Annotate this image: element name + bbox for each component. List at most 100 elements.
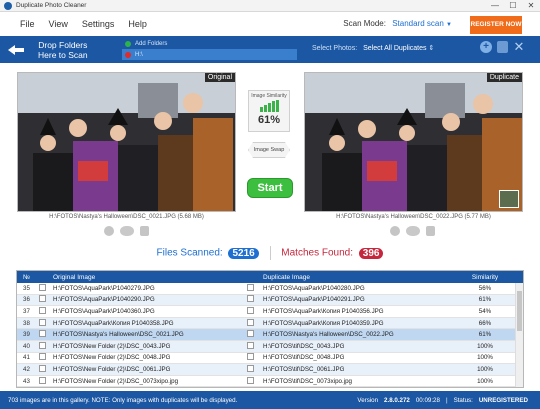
- original-checkbox[interactable]: [39, 295, 46, 303]
- eye-icon[interactable]: [406, 226, 420, 236]
- status-message: 703 images are in this gallery. NOTE: On…: [8, 396, 238, 404]
- duplicate-checkbox[interactable]: [247, 330, 254, 338]
- original-checkbox[interactable]: [39, 364, 46, 372]
- row-number: 40: [23, 342, 30, 350]
- matches-found-label: Matches Found:: [281, 247, 353, 259]
- top-actions: + ✕: [480, 40, 525, 53]
- row-similarity: 100%: [477, 377, 493, 385]
- row-similarity: 61%: [478, 331, 492, 339]
- row-number: 35: [23, 284, 30, 292]
- original-checkbox[interactable]: [39, 330, 46, 338]
- scan-stats: Files Scanned: 5216 Matches Found: 396: [0, 246, 540, 260]
- original-path: H:\FOTOS\AquaPark\P1040290.JPG: [53, 296, 155, 304]
- duplicate-checkbox[interactable]: [247, 364, 254, 372]
- row-similarity: 100%: [477, 365, 493, 373]
- table-row[interactable]: 43 H:\FOTOS\New Folder (2)\DSC_0073xipo.j…: [17, 376, 523, 387]
- original-checkbox[interactable]: [39, 283, 46, 291]
- duplicate-checkbox[interactable]: [247, 283, 254, 291]
- col-similarity[interactable]: Similarity: [457, 274, 513, 281]
- add-folders-label: Add Folders: [135, 40, 168, 47]
- table-row[interactable]: 41 H:\FOTOS\New Folder (2)\DSC_0048.JPG H:…: [17, 353, 523, 365]
- drop-folders-zone[interactable]: Drop Folders Here to Scan: [8, 38, 118, 61]
- status-label: Status:: [453, 396, 473, 404]
- duplicate-checkbox[interactable]: [247, 376, 254, 384]
- duplicate-checkbox[interactable]: [247, 295, 254, 303]
- row-similarity: 100%: [477, 354, 493, 362]
- original-checkbox[interactable]: [39, 318, 46, 326]
- duplicate-path: H:\FOTOS\Nastya's Halloween\DSC_0022.JPG: [263, 331, 394, 339]
- scan-mode-selector[interactable]: Scan Mode: Standard scan ▼: [343, 19, 452, 28]
- row-number: 36: [23, 296, 30, 304]
- original-path: H:\FOTOS\New Folder (2)\DSC_0048.JPG: [53, 354, 171, 362]
- scan-mode-value[interactable]: Standard scan: [392, 19, 444, 28]
- trash-icon[interactable]: [140, 226, 149, 236]
- close-window-button[interactable]: ✕: [522, 0, 540, 12]
- col-number[interactable]: №: [17, 274, 39, 281]
- menu-settings[interactable]: Settings: [82, 19, 115, 29]
- original-checkbox[interactable]: [39, 353, 46, 361]
- folder-item[interactable]: H:\: [122, 49, 297, 60]
- menu-view[interactable]: View: [49, 19, 68, 29]
- original-path: H:\FOTOS\Nastya's Halloween\DSC_0021.JPG: [53, 331, 184, 339]
- row-similarity: 54%: [478, 307, 492, 315]
- duplicate-path: H:\FOTOS\tif\DSC_0048.JPG: [263, 354, 345, 362]
- menu-file[interactable]: File: [20, 19, 35, 29]
- menu-bar: File View Settings Help: [0, 12, 540, 36]
- col-original[interactable]: Original Image: [49, 274, 247, 281]
- table-row[interactable]: 36 H:\FOTOS\AquaPark\P1040290.JPG H:\FOTOS…: [17, 294, 523, 307]
- row-similarity: 66%: [478, 319, 492, 327]
- original-checkbox[interactable]: [39, 306, 46, 314]
- table-row[interactable]: 38 H:\FOTOS\AquaPark\Копия P1040358.JPG H:…: [17, 317, 523, 330]
- trash-icon[interactable]: [497, 41, 508, 53]
- duplicate-checkbox[interactable]: [247, 306, 254, 314]
- duplicate-path: H:\FOTOS\tif\DSC_0043.JPG: [263, 342, 345, 350]
- table-row[interactable]: 35 H:\FOTOS\AquaPark\P1040279.JPG H:\FOTOS…: [17, 283, 523, 295]
- eye-icon[interactable]: [120, 226, 134, 236]
- duplicate-path: H:\FOTOS\AquaPark\P1040291.JPG: [263, 296, 365, 304]
- folder-path: H:\: [135, 51, 143, 58]
- trash-icon[interactable]: [426, 226, 435, 236]
- image-swap-button[interactable]: Image Swap: [248, 142, 290, 158]
- row-number: 37: [23, 307, 30, 315]
- original-checkbox[interactable]: [39, 341, 46, 349]
- app-icon: [4, 1, 12, 10]
- table-row[interactable]: 37 H:\FOTOS\AquaPark\P1040360.JPG H:\FOTOS…: [17, 306, 523, 318]
- duplicate-checkbox[interactable]: [247, 341, 254, 349]
- register-now-button[interactable]: REGISTER NOW: [470, 16, 522, 34]
- add-icon[interactable]: [104, 226, 114, 236]
- elapsed-time: 00:09:28: [415, 396, 440, 404]
- title-bar: Duplicate Photo Cleaner — ☐ ✕: [0, 0, 540, 12]
- menu-help[interactable]: Help: [128, 19, 147, 29]
- select-photos[interactable]: Select Photos: Select All Duplicates ⇕: [312, 44, 434, 52]
- thumbnail-preview[interactable]: [499, 190, 519, 208]
- scrollbar-thumb[interactable]: [517, 291, 522, 331]
- close-icon[interactable]: ✕: [513, 40, 525, 53]
- original-checkbox[interactable]: [39, 376, 46, 384]
- table-header: № Original Image Duplicate Image Similar…: [17, 271, 523, 283]
- minimize-button[interactable]: —: [486, 0, 504, 12]
- row-number: 43: [23, 377, 30, 385]
- original-path: H:\FOTOS\AquaPark\P1040360.JPG: [53, 307, 155, 315]
- table-scrollbar[interactable]: [515, 283, 523, 387]
- add-icon[interactable]: +: [480, 41, 492, 53]
- original-image-panel[interactable]: Original: [17, 72, 236, 212]
- table-row[interactable]: 42 H:\FOTOS\New Folder (2)\DSC_0061.JPG H:…: [17, 364, 523, 376]
- duplicate-checkbox[interactable]: [247, 318, 254, 326]
- arrow-left-icon: [8, 43, 24, 57]
- original-caption: H:\FOTOS\Nastya's Halloween\DSC_0021.JPG…: [49, 214, 204, 220]
- table-row[interactable]: 40 H:\FOTOS\New Folder (2)\DSC_0043.JPG H:…: [17, 340, 523, 353]
- col-duplicate[interactable]: Duplicate Image: [259, 274, 457, 281]
- add-folders-row[interactable]: Add Folders: [122, 38, 297, 49]
- image-similarity-box: Image Similarity 61%: [248, 90, 290, 132]
- row-number: 42: [23, 365, 30, 373]
- remove-folder-icon[interactable]: [125, 51, 131, 58]
- maximize-button[interactable]: ☐: [504, 0, 522, 12]
- similarity-label: Image Similarity: [251, 93, 287, 99]
- select-photos-value[interactable]: Select All Duplicates: [363, 45, 426, 52]
- add-icon[interactable]: [390, 226, 400, 236]
- start-button[interactable]: Start: [247, 178, 293, 198]
- row-number: 39: [23, 331, 30, 339]
- duplicate-image-panel[interactable]: Duplicate: [304, 72, 523, 212]
- table-row[interactable]: 39 H:\FOTOS\Nastya's Halloween\DSC_0021.J…: [17, 329, 523, 341]
- duplicate-checkbox[interactable]: [247, 353, 254, 361]
